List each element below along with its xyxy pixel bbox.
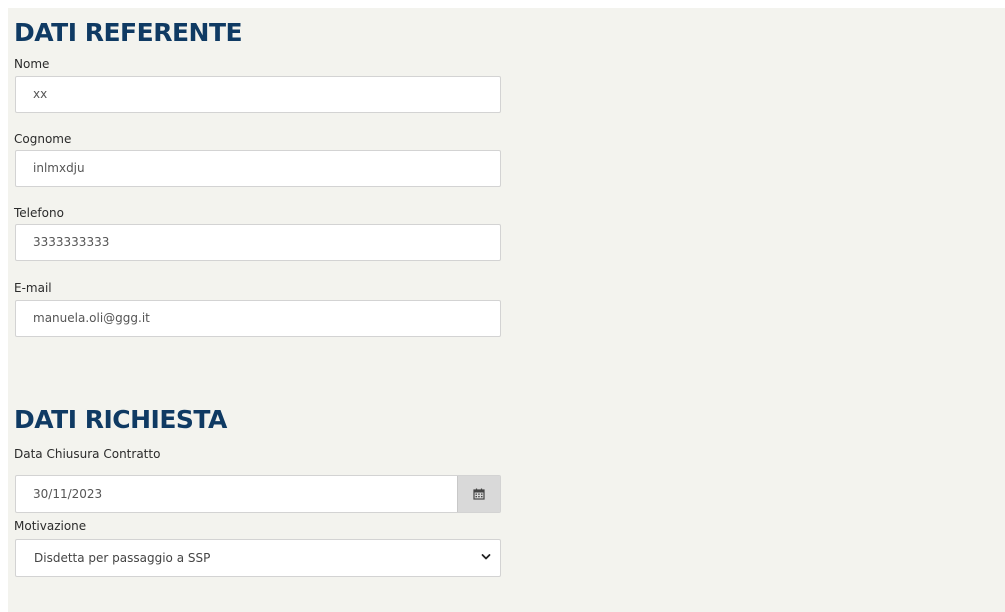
section-title-richiesta: DATI RICHIESTA xyxy=(14,405,227,434)
calendar-icon[interactable] xyxy=(473,488,485,500)
data-chiusura-value[interactable]: 30/11/2023 xyxy=(33,476,102,512)
telefono-label: Telefono xyxy=(14,206,64,220)
cognome-label: Cognome xyxy=(14,132,72,146)
section-title-referente: DATI REFERENTE xyxy=(14,18,243,47)
motivazione-label: Motivazione xyxy=(14,519,87,533)
nome-label: Nome xyxy=(14,57,50,71)
data-chiusura-label: Data Chiusura Contratto xyxy=(14,447,161,461)
email-field[interactable]: manuela.oli@ggg.it xyxy=(15,300,501,337)
motivazione-select[interactable]: Disdetta per passaggio a SSP xyxy=(15,539,501,577)
motivazione-selected-value: Disdetta per passaggio a SSP xyxy=(34,551,211,565)
form-panel: DATI REFERENTE Nome xx Cognome inlmxdju … xyxy=(8,8,1005,612)
chevron-down-icon xyxy=(481,554,491,560)
email-label: E-mail xyxy=(14,281,52,295)
calendar-button[interactable] xyxy=(457,476,500,512)
telefono-field[interactable]: 3333333333 xyxy=(15,224,501,261)
data-chiusura-field[interactable]: 30/11/2023 xyxy=(15,475,501,513)
cognome-field[interactable]: inlmxdju xyxy=(15,150,501,187)
nome-field[interactable]: xx xyxy=(15,76,501,113)
